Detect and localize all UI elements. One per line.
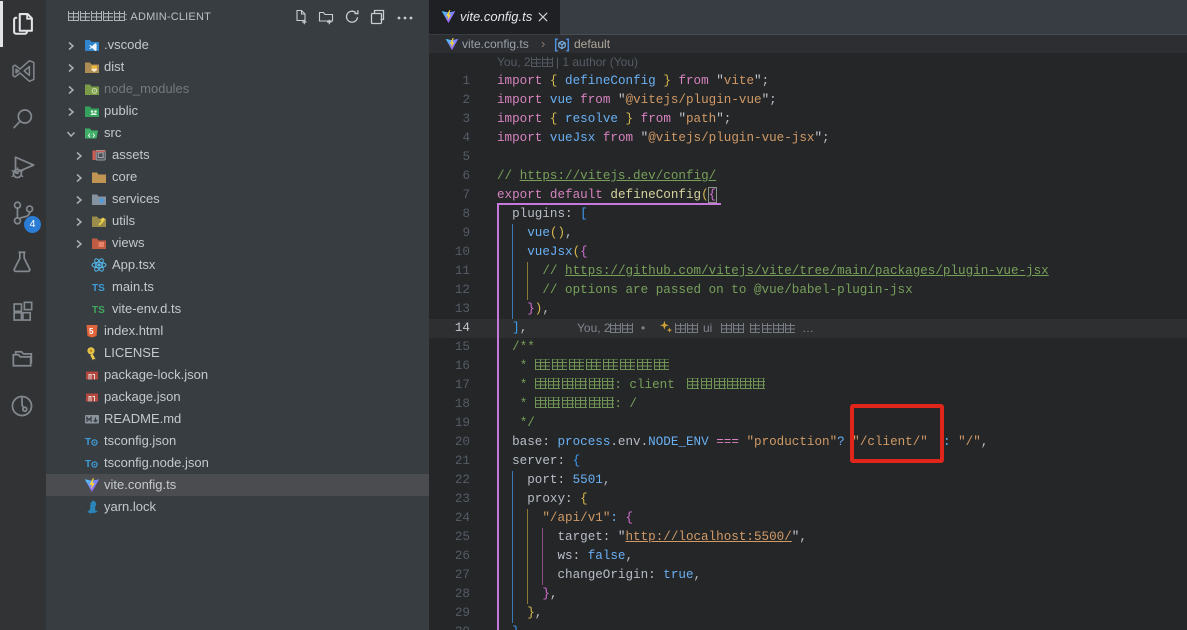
svg-text:TS: TS (92, 283, 105, 294)
svg-text:5: 5 (89, 327, 94, 336)
svg-text:T: T (85, 437, 91, 448)
svg-text:TS: TS (92, 305, 105, 316)
svg-text:T: T (85, 459, 91, 470)
